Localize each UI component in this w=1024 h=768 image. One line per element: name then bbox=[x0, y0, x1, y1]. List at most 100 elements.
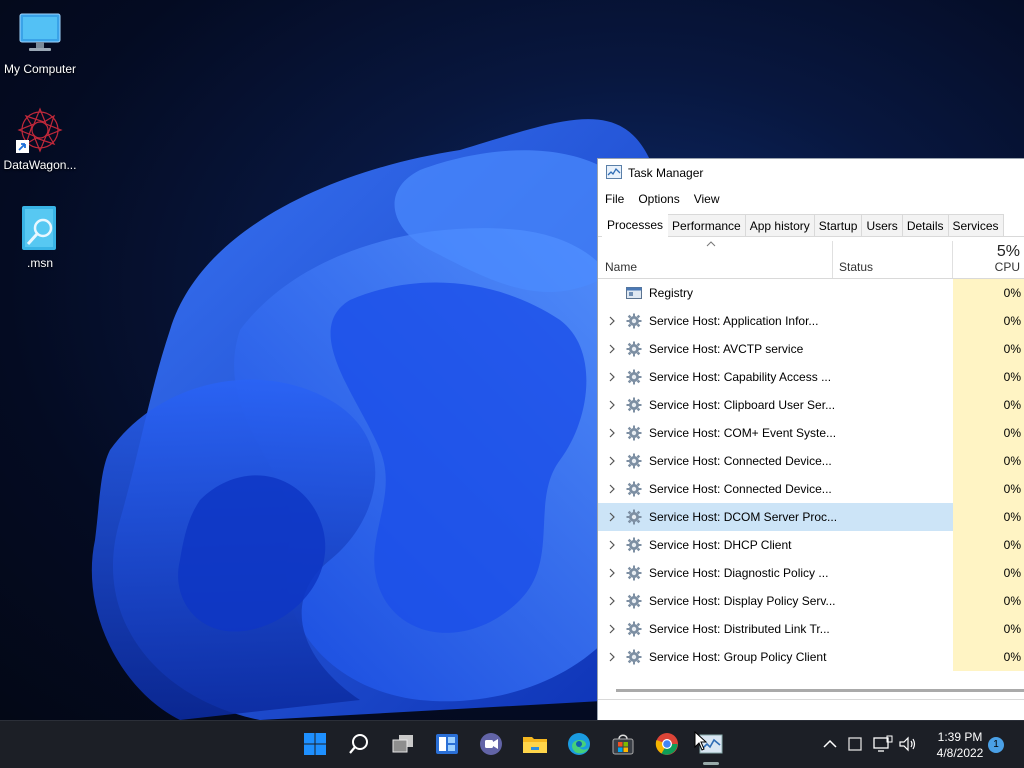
process-row[interactable]: Service Host: DCOM Server Proc... 0% bbox=[598, 503, 1024, 531]
search-button[interactable] bbox=[345, 731, 373, 759]
gear-icon bbox=[626, 369, 642, 385]
chrome-icon bbox=[655, 732, 679, 759]
msn-file-icon bbox=[16, 204, 64, 252]
widgets-button[interactable] bbox=[433, 731, 461, 759]
task-manager-window: Task Manager File Options View Processes… bbox=[597, 158, 1024, 720]
column-divider[interactable] bbox=[952, 241, 953, 278]
active-app-indicator bbox=[703, 762, 719, 765]
process-name: Service Host: Application Infor... bbox=[649, 314, 819, 328]
tab-app-history[interactable]: App history bbox=[744, 214, 815, 236]
process-row[interactable]: Service Host: Distributed Link Tr... 0% bbox=[598, 615, 1024, 643]
chevron-right-icon[interactable] bbox=[607, 371, 617, 383]
start-icon bbox=[303, 732, 327, 759]
process-row[interactable]: Service Host: Group Policy Client 0% bbox=[598, 643, 1024, 671]
chevron-right-icon[interactable] bbox=[607, 343, 617, 355]
chevron-right-icon[interactable] bbox=[607, 539, 617, 551]
status-footer bbox=[598, 699, 1024, 720]
chevron-right-icon[interactable] bbox=[607, 567, 617, 579]
process-cpu: 0% bbox=[953, 531, 1024, 559]
chevron-right-icon[interactable] bbox=[607, 455, 617, 467]
chevron-right-icon[interactable] bbox=[607, 623, 617, 635]
edge-button[interactable] bbox=[565, 731, 593, 759]
tab-services[interactable]: Services bbox=[947, 214, 1004, 236]
process-name: Service Host: Connected Device... bbox=[649, 482, 832, 496]
process-cpu: 0% bbox=[953, 587, 1024, 615]
chrome-button[interactable] bbox=[653, 731, 681, 759]
process-row[interactable]: Service Host: AVCTP service 0% bbox=[598, 335, 1024, 363]
teams-chat-button[interactable] bbox=[477, 731, 505, 759]
title-bar[interactable]: Task Manager bbox=[598, 159, 1024, 187]
search-icon bbox=[348, 733, 370, 758]
process-cpu: 0% bbox=[953, 391, 1024, 419]
registry-icon bbox=[626, 285, 642, 301]
process-cpu: 0% bbox=[953, 419, 1024, 447]
chevron-right-icon[interactable] bbox=[607, 399, 617, 411]
process-name: Service Host: Connected Device... bbox=[649, 454, 832, 468]
desktop-icon-datawagon[interactable]: DataWagon... bbox=[0, 106, 80, 172]
widgets-icon bbox=[435, 733, 459, 758]
task-view-icon bbox=[391, 733, 415, 758]
file-explorer-button[interactable] bbox=[521, 731, 549, 759]
taskbar: 1:39 PM 4/8/2022 1 bbox=[0, 720, 1024, 768]
cpu-total-percent: 5% bbox=[996, 243, 1020, 260]
show-hidden-icons-button[interactable] bbox=[822, 735, 840, 753]
network-icon[interactable] bbox=[873, 735, 893, 753]
tab-startup[interactable]: Startup bbox=[813, 214, 863, 236]
chevron-right-icon[interactable] bbox=[607, 595, 617, 607]
tab-users[interactable]: Users bbox=[861, 214, 903, 236]
desktop-icon-label: .msn bbox=[26, 256, 53, 270]
tab-details[interactable]: Details bbox=[901, 214, 949, 236]
process-row[interactable]: Service Host: Clipboard User Ser... 0% bbox=[598, 391, 1024, 419]
desktop-icon-msn[interactable]: .msn bbox=[0, 204, 80, 270]
process-name: Service Host: Group Policy Client bbox=[649, 650, 827, 664]
system-clock[interactable]: 1:39 PM 4/8/2022 bbox=[930, 729, 990, 761]
volume-icon[interactable] bbox=[898, 735, 916, 753]
menu-bar: File Options View bbox=[598, 187, 1024, 211]
tab-processes[interactable]: Processes bbox=[602, 213, 669, 237]
process-row[interactable]: Service Host: Diagnostic Policy ... 0% bbox=[598, 559, 1024, 587]
gear-icon bbox=[626, 425, 642, 441]
desktop-icon-label: DataWagon... bbox=[3, 158, 77, 172]
process-cpu: 0% bbox=[953, 615, 1024, 643]
task-view-button[interactable] bbox=[389, 731, 417, 759]
start-button[interactable] bbox=[301, 731, 329, 759]
menu-file[interactable]: File bbox=[605, 192, 624, 206]
process-row[interactable]: Registry 0% bbox=[598, 279, 1024, 307]
teams-chat-icon bbox=[479, 732, 503, 759]
column-header: Name Status 5% CPU bbox=[598, 237, 1024, 279]
tab-performance[interactable]: Performance bbox=[667, 214, 746, 236]
process-row[interactable]: Service Host: Connected Device... 0% bbox=[598, 447, 1024, 475]
process-name: Registry bbox=[649, 286, 694, 300]
menu-view[interactable]: View bbox=[694, 192, 720, 206]
process-cpu: 0% bbox=[953, 503, 1024, 531]
process-row[interactable]: Service Host: Application Infor... 0% bbox=[598, 307, 1024, 335]
gear-icon bbox=[626, 509, 642, 525]
process-row[interactable]: Service Host: DHCP Client 0% bbox=[598, 531, 1024, 559]
tablet-icon[interactable] bbox=[847, 735, 865, 753]
desktop-icon-my-computer[interactable]: My Computer bbox=[0, 10, 80, 76]
column-divider[interactable] bbox=[832, 241, 833, 278]
clock-time: 1:39 PM bbox=[937, 730, 983, 744]
task-manager-icon bbox=[606, 164, 622, 182]
process-row[interactable]: Service Host: COM+ Event Syste... 0% bbox=[598, 419, 1024, 447]
notification-badge[interactable]: 1 bbox=[988, 737, 1004, 753]
process-row[interactable]: Service Host: Display Policy Serv... 0% bbox=[598, 587, 1024, 615]
process-list: Registry 0% Service Host: Application Info… bbox=[598, 279, 1024, 671]
horizontal-scrollbar[interactable] bbox=[616, 689, 1024, 692]
chevron-right-icon[interactable] bbox=[607, 483, 617, 495]
gear-icon bbox=[626, 481, 642, 497]
chevron-right-icon[interactable] bbox=[607, 315, 617, 327]
chevron-right-icon[interactable] bbox=[607, 651, 617, 663]
column-name-header[interactable]: Name bbox=[605, 260, 637, 274]
chevron-right-icon[interactable] bbox=[607, 427, 617, 439]
column-cpu-header[interactable]: CPU bbox=[995, 260, 1020, 274]
desktop-icon-label: My Computer bbox=[3, 62, 77, 76]
process-name: Service Host: Capability Access ... bbox=[649, 370, 832, 384]
process-row[interactable]: Service Host: Capability Access ... 0% bbox=[598, 363, 1024, 391]
process-cpu: 0% bbox=[953, 447, 1024, 475]
process-row[interactable]: Service Host: Connected Device... 0% bbox=[598, 475, 1024, 503]
chevron-right-icon[interactable] bbox=[607, 511, 617, 523]
column-status-header[interactable]: Status bbox=[839, 260, 873, 274]
store-button[interactable] bbox=[609, 731, 637, 759]
menu-options[interactable]: Options bbox=[638, 192, 679, 206]
